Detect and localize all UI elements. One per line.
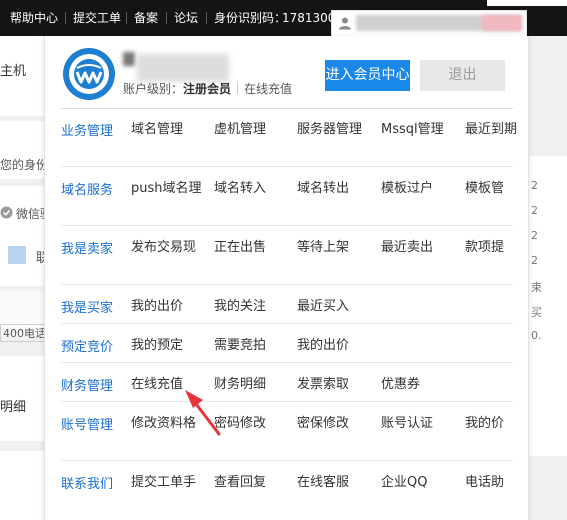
divider [61,323,513,324]
menu-item[interactable]: 查看回复 [214,473,292,492]
menu-item[interactable]: 最近到期 [465,120,520,139]
identity-code-value: 1781300 [282,11,336,25]
account-level-label: 账户级别： [123,82,184,96]
menu-item[interactable]: 密码修改 [214,414,292,433]
divider [61,166,513,167]
menu-item[interactable]: Mssql管理 [381,120,459,139]
bg-text: 0. [531,329,542,342]
menu-item[interactable]: 财务明细 [214,375,292,394]
menu-item[interactable]: 正在出售 [214,238,292,257]
nav-link-help-center[interactable]: 帮助中心 [10,0,58,36]
menu-category-contact: 联系我们 [61,477,114,492]
nav-divider [65,12,66,24]
menu-item[interactable]: 密保修改 [297,414,375,433]
divider [61,284,513,285]
menu-item[interactable]: 最近买入 [297,297,375,316]
menu-item[interactable]: 我的预定 [131,336,209,355]
user-icon [339,17,351,30]
username-masked [482,15,522,31]
menu-category-finance: 财务管理 [61,379,114,394]
menu-item[interactable]: 提交工单手 [131,473,209,492]
account-level-value: 注册会员 [183,82,232,96]
menu-category-business: 业务管理 [61,124,114,139]
window-corner [487,0,567,6]
nav-link-submit-ticket[interactable]: 提交工单 [73,0,121,36]
menu-item[interactable]: 域名转入 [214,179,292,198]
account-dropdown-panel: 账户级别：注册会员 在线充值 进入会员中心 退出 业务管理 域名管理 虚机管理 服务器管… [44,36,529,520]
menu-item[interactable]: 域名转出 [297,179,375,198]
menu-item[interactable]: 款项提 [465,238,520,257]
menu-category-domain: 域名服务 [61,183,114,198]
menu-item[interactable]: 发布交易现 [131,238,209,257]
avatar [8,246,26,264]
recharge-link[interactable]: 在线充值 [244,82,292,96]
checkmark-icon [0,206,13,219]
menu-item[interactable]: 需要竞拍 [214,336,292,355]
nav-link-forum[interactable]: 论坛 [174,0,198,36]
member-center-button[interactable]: 进入会员中心 [325,60,410,91]
menu-item[interactable]: 我的价 [465,414,520,433]
menu-item[interactable]: 模板过户 [381,179,459,198]
menu-item[interactable]: 修改资料格 [131,414,209,433]
nav-divider [126,12,127,24]
nav-divider [206,12,207,24]
identity-code-label: 身份识别码： [214,11,287,25]
menu-category-buyer: 我是买家 [61,301,114,316]
menu-item[interactable]: 我的出价 [131,297,209,316]
logout-button[interactable]: 退出 [420,60,505,91]
bg-text: 束 [531,281,542,294]
site-logo [63,48,115,100]
menu-item[interactable]: 最近卖出 [381,238,459,257]
menu-item[interactable]: 等待上架 [297,238,375,257]
nav-divider [166,12,167,24]
menu-item[interactable]: 发票索取 [297,375,375,394]
menu-item[interactable]: 企业QQ [381,473,459,492]
vertical-divider [237,83,239,94]
menu-category-reserve: 预定竞价 [61,340,114,355]
menu-category-account: 账号管理 [61,418,114,433]
username-masked [123,52,135,66]
menu-category-seller: 我是卖家 [61,242,114,257]
menu-item[interactable]: 模板管 [465,179,520,198]
menu-item[interactable]: 我的出价 [297,336,375,355]
bg-card [0,186,48,286]
bg-text: 2 [531,179,538,192]
menu-item[interactable]: 我的关注 [214,297,292,316]
menu-item[interactable]: 服务器管理 [297,120,375,139]
logo-icon [69,54,109,94]
user-account-toggle[interactable] [331,10,527,36]
divider [61,108,513,109]
menu-item[interactable]: push域名理 [131,179,209,198]
menu-item[interactable]: 在线充值 [131,375,209,394]
bg-text: 买 [531,306,542,319]
divider [61,401,513,402]
menu-item[interactable]: 账号认证 [381,414,459,433]
bg-text: 2 [531,254,538,267]
nav-link-filing[interactable]: 备案 [134,0,158,36]
bg-card [0,451,48,520]
account-level-line: 账户级别：注册会员 在线充值 [123,80,292,97]
bg-text: 主机 [0,64,27,79]
bg-text: 2 [531,204,538,217]
divider [61,460,513,461]
divider [61,362,513,363]
menu-item[interactable]: 优惠券 [381,375,459,394]
menu-item[interactable]: 域名管理 [131,120,209,139]
menu-item[interactable]: 在线客服 [297,473,375,492]
username-masked [137,54,229,82]
bg-text: 明细 [0,400,27,415]
menu-item[interactable]: 虚机管理 [214,120,292,139]
menu-item[interactable]: 电话助 [465,473,520,492]
divider [61,225,513,226]
bg-text: 2 [531,229,538,242]
